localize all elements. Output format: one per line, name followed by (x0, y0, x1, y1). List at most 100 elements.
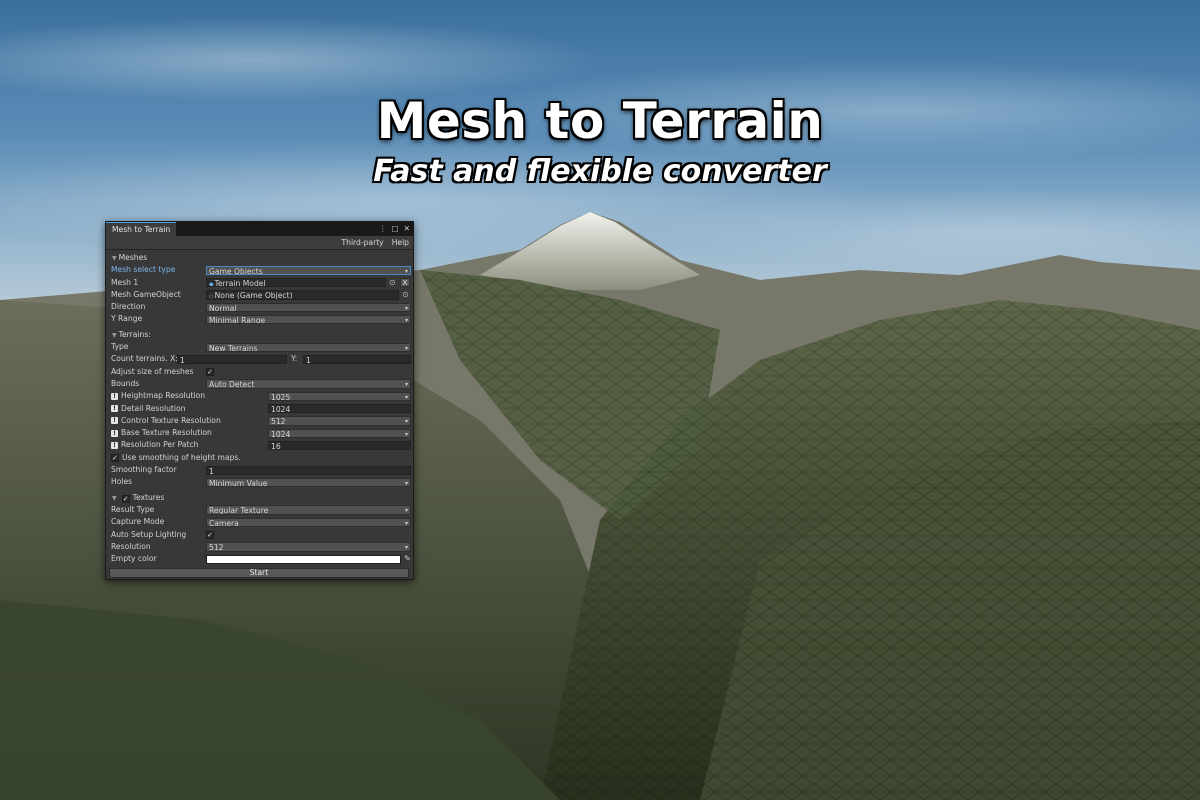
use-smoothing-checkbox[interactable]: ✓ (111, 453, 119, 462)
kebab-menu-icon[interactable]: ⋮ (379, 222, 387, 236)
window-tab[interactable]: Mesh to Terrain (106, 222, 177, 236)
chevron-down-icon: ▾ (404, 381, 408, 389)
capture-mode-dropdown[interactable]: Camera ▾ (206, 517, 411, 528)
base-tex-res-value: 1024 (271, 429, 291, 438)
mesh1-label: Mesh 1 (111, 277, 139, 287)
tex-resolution-label: Resolution (111, 541, 151, 551)
mesh1-value: Terrain Model (214, 279, 266, 288)
mesh-icon: ◆ (209, 281, 214, 288)
direction-label: Direction (111, 302, 146, 312)
chevron-down-icon: ▾ (404, 393, 408, 401)
adjust-size-label: Adjust size of meshes (111, 366, 194, 376)
auto-lighting-checkbox[interactable]: ✓ (206, 530, 214, 539)
detail-res-field[interactable]: 1024 (268, 404, 411, 414)
eyedropper-icon[interactable]: ✎ (404, 553, 411, 565)
y-range-dropdown[interactable]: Minimal Range ▾ (206, 314, 411, 325)
gameobject-icon: ◇ (209, 293, 214, 300)
capture-mode-row: Capture Mode Camera ▾ (109, 516, 411, 528)
direction-dropdown[interactable]: Normal ▾ (206, 302, 411, 312)
detail-res-row: ! Detail Resolution 1024 (109, 403, 411, 415)
count-y-label: Y: (291, 354, 298, 364)
tex-resolution-row: Resolution 512 ▾ (109, 541, 411, 553)
base-tex-res-dropdown[interactable]: 1024 ▾ (268, 428, 411, 438)
terrains-foldout[interactable]: ▼ Terrains: (109, 329, 410, 341)
info-icon: ! (111, 405, 118, 413)
holes-dropdown[interactable]: Minimum Value ▾ (206, 477, 411, 488)
use-smoothing-row: ✓ Use smoothing of height maps. (109, 452, 410, 464)
base-tex-res-row: ! Base Texture Resolution 1024 ▾ (109, 427, 411, 439)
tex-resolution-value: 512 (209, 543, 224, 552)
panel-content: ▼ Meshes Mesh select type Game Objects ▾ M… (106, 250, 413, 565)
result-type-dropdown[interactable]: Regular Texture ▾ (206, 505, 411, 515)
maximize-icon[interactable]: □ (391, 222, 398, 236)
result-type-label: Result Type (111, 504, 155, 514)
result-type-value: Regular Texture (209, 506, 269, 515)
capture-mode-value: Camera (209, 518, 239, 528)
close-icon[interactable]: ✕ (404, 222, 410, 236)
adjust-size-checkbox[interactable]: ✓ (206, 367, 214, 376)
direction-value: Normal (209, 303, 237, 312)
mesh-select-type-value: Game Objects (209, 266, 263, 276)
use-smoothing-label: Use smoothing of height maps. (122, 452, 241, 462)
help-button[interactable]: Help (388, 236, 413, 249)
res-per-patch-label: Resolution Per Patch (121, 440, 199, 450)
empty-color-swatch[interactable] (206, 554, 401, 564)
res-per-patch-field[interactable]: 16 (268, 440, 411, 451)
third-party-button[interactable]: Third-party (338, 236, 388, 249)
heightmap-res-label: Heightmap Resolution (121, 391, 206, 401)
heightmap-res-dropdown[interactable]: 1025 ▾ (268, 391, 411, 402)
auto-lighting-row: Auto Setup Lighting ✓ (109, 529, 410, 541)
terrains-header: Terrains: (118, 329, 151, 339)
terrain-type-value: New Terrains (209, 343, 258, 352)
mesh-gameobject-value: None (Game Object) (214, 291, 293, 300)
base-tex-res-label: Base Texture Resolution (121, 428, 212, 438)
smoothing-factor-field[interactable]: 1 (206, 465, 411, 475)
smoothing-factor-row: Smoothing factor 1 (109, 464, 411, 476)
heightmap-res-value: 1025 (271, 392, 291, 402)
textures-foldout[interactable]: ▼ ✓ Textures (109, 492, 410, 504)
info-icon: ! (111, 392, 118, 400)
info-icon: ! (111, 417, 118, 425)
foldout-arrow-icon: ▼ (112, 331, 117, 339)
chevron-down-icon: ▾ (404, 418, 408, 426)
count-terrains-label: Count terrains. X: (111, 354, 178, 364)
count-y-field[interactable]: 1 (303, 354, 411, 365)
y-range-label: Y Range (111, 314, 143, 324)
bounds-dropdown[interactable]: Auto Detect ▾ (206, 379, 411, 389)
chevron-down-icon: ▾ (404, 344, 408, 352)
mesh-gameobject-field[interactable]: ◇None (Game Object) (206, 290, 399, 300)
holes-label: Holes (111, 477, 133, 487)
y-range-row: Y Range Minimal Range ▾ (109, 313, 411, 325)
hero-title: Mesh to Terrain (376, 92, 824, 150)
res-per-patch-row: ! Resolution Per Patch 16 (109, 439, 411, 451)
chevron-down-icon: ▾ (404, 316, 408, 324)
tex-resolution-dropdown[interactable]: 512 ▾ (206, 542, 411, 552)
control-tex-res-label: Control Texture Resolution (121, 415, 221, 425)
meshes-foldout[interactable]: ▼ Meshes (109, 252, 410, 264)
mesh1-object-field[interactable]: ◆Terrain Model (206, 278, 386, 288)
bounds-value: Auto Detect (209, 380, 255, 389)
mesh-select-type-dropdown[interactable]: Game Objects ▾ (206, 265, 411, 276)
mesh-gameobject-label: Mesh GameObject (111, 289, 181, 299)
object-picker-icon[interactable]: ⊙ (389, 277, 396, 289)
control-tex-res-dropdown[interactable]: 512 ▾ (268, 416, 411, 426)
holes-value: Minimum Value (209, 478, 268, 488)
mesh-select-type-row: Mesh select type Game Objects ▾ (109, 264, 411, 276)
count-x-field[interactable]: 1 (177, 354, 287, 365)
object-picker-icon[interactable]: ⊙ (402, 289, 409, 301)
smoothing-factor-label: Smoothing factor (111, 465, 177, 475)
auto-lighting-label: Auto Setup Lighting (111, 529, 187, 539)
mesh-gameobject-row: Mesh GameObject ◇None (Game Object) ⊙ (109, 289, 410, 301)
textures-checkbox[interactable]: ✓ (121, 494, 130, 503)
holes-row: Holes Minimum Value ▾ (109, 476, 411, 488)
terrain-type-dropdown[interactable]: New Terrains ▾ (206, 342, 411, 352)
chevron-down-icon: ▾ (404, 304, 408, 312)
control-tex-res-value: 512 (271, 417, 286, 426)
start-button[interactable]: Start (109, 568, 409, 578)
info-icon: ! (111, 429, 118, 437)
adjust-size-row: Adjust size of meshes ✓ (109, 366, 410, 378)
terrain-type-label: Type (111, 342, 129, 352)
control-tex-res-row: ! Control Texture Resolution 512 ▾ (109, 415, 411, 427)
window-toolbar: Third-party Help (106, 236, 413, 250)
remove-mesh-button[interactable]: X (400, 278, 410, 288)
